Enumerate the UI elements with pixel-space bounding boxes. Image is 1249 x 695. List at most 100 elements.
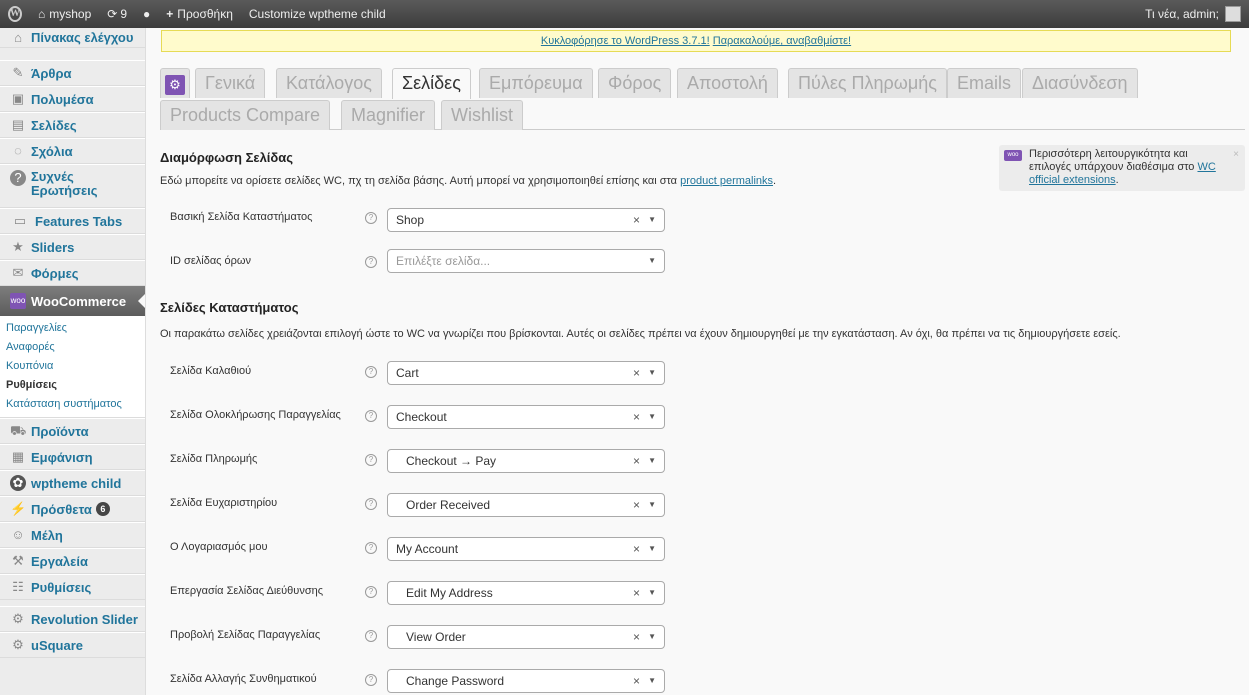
- settings-tabs: ⚙ Γενικά Κατάλογος Σελίδες Εμπόρευμα Φόρ…: [160, 68, 1245, 130]
- menu-forms[interactable]: ✉ Φόρμες: [0, 260, 145, 286]
- clear-icon[interactable]: ×: [633, 406, 640, 428]
- help-icon[interactable]: ?: [365, 630, 377, 642]
- clear-icon[interactable]: ×: [633, 670, 640, 692]
- help-icon[interactable]: ?: [365, 256, 377, 268]
- clear-icon[interactable]: ×: [633, 209, 640, 231]
- submenu-orders[interactable]: Παραγγελίες: [0, 320, 145, 339]
- menu-plugins[interactable]: ⚡ Πρόσθετα 6: [0, 496, 145, 522]
- shop-pages-title: Σελίδες Καταστήματος: [160, 300, 299, 315]
- select-my-account-page[interactable]: My Account × ▼: [387, 537, 665, 561]
- clear-icon[interactable]: ×: [633, 538, 640, 560]
- avatar: [1225, 6, 1241, 22]
- admin-bar: W ⌂ myshop ⟳ 9 ● + Προσθήκη Customize wp…: [0, 0, 1249, 28]
- menu-revolution-slider[interactable]: ⚙ Revolution Slider: [0, 606, 145, 632]
- tab-products-compare[interactable]: Products Compare: [160, 100, 331, 130]
- star-icon: ★: [12, 239, 24, 254]
- tab-woocommerce[interactable]: ⚙: [160, 68, 190, 98]
- main-content: Κυκλοφόρησε το WordPress 3.7.1! Παρακαλο…: [146, 28, 1249, 695]
- theme-icon: ✿: [10, 475, 26, 491]
- menu-settings[interactable]: ☷ Ρυθμίσεις: [0, 574, 145, 600]
- help-icon[interactable]: ?: [365, 212, 377, 224]
- tab-payment-gateways[interactable]: Πύλες Πληρωμής: [788, 68, 947, 98]
- notice-text: Περισσότερη λειτουργικότητα και επιλογές…: [1029, 148, 1195, 173]
- chevron-down-icon: ▼: [648, 500, 656, 509]
- tab-shipping[interactable]: Αποστολή: [677, 68, 778, 98]
- menu-usquare[interactable]: ⚙ uSquare: [0, 632, 145, 658]
- my-account-link[interactable]: Τι νέα, admin;: [1137, 0, 1249, 28]
- help-icon[interactable]: ?: [365, 454, 377, 466]
- menu-posts[interactable]: ✎ Άρθρα: [0, 60, 145, 86]
- select-cart-page[interactable]: Cart × ▼: [387, 361, 665, 385]
- select-pay-page[interactable]: Checkout → Pay × ▼: [387, 449, 665, 473]
- chevron-down-icon: ▼: [648, 676, 656, 685]
- select-view-order-page[interactable]: View Order × ▼: [387, 625, 665, 649]
- tab-pages[interactable]: Σελίδες: [392, 68, 471, 99]
- submenu-coupons[interactable]: Κουπόνια: [0, 358, 145, 377]
- tab-wishlist[interactable]: Wishlist: [441, 100, 523, 130]
- home-icon: ⌂: [14, 29, 22, 45]
- menu-woocommerce[interactable]: woo WooCommerce: [0, 286, 145, 316]
- question-icon: ?: [10, 170, 26, 186]
- help-icon[interactable]: ?: [365, 366, 377, 378]
- help-icon[interactable]: ?: [365, 542, 377, 554]
- help-icon[interactable]: ?: [365, 498, 377, 510]
- submenu-system-status[interactable]: Κατάσταση συστήματος: [0, 396, 145, 415]
- site-name-link[interactable]: ⌂ myshop: [30, 0, 99, 28]
- comments-link[interactable]: ●: [135, 0, 158, 28]
- tab-inventory[interactable]: Εμπόρευμα: [479, 68, 593, 98]
- chevron-down-icon: ▼: [648, 588, 656, 597]
- clear-icon[interactable]: ×: [633, 450, 640, 472]
- update-now-link[interactable]: Παρακαλούμε, αναβαθμίστε!: [713, 35, 851, 47]
- close-icon[interactable]: ×: [1233, 148, 1239, 161]
- menu-media[interactable]: ▣ Πολυμέσα: [0, 86, 145, 112]
- select-terms-page[interactable]: Επιλέξτε σελίδα... ▼: [387, 249, 665, 273]
- select-checkout-page[interactable]: Checkout × ▼: [387, 405, 665, 429]
- tabs-icon: ▭: [13, 213, 27, 228]
- clear-icon[interactable]: ×: [633, 362, 640, 384]
- tab-general[interactable]: Γενικά: [195, 68, 266, 98]
- plugins-update-badge: 6: [95, 502, 110, 516]
- tab-catalog[interactable]: Κατάλογος: [276, 68, 382, 98]
- select-edit-address-page[interactable]: Edit My Address × ▼: [387, 581, 665, 605]
- submenu-settings[interactable]: Ρυθμίσεις: [0, 377, 145, 396]
- menu-features-tabs[interactable]: ▭ Features Tabs: [0, 208, 145, 234]
- tab-magnifier[interactable]: Magnifier: [341, 100, 436, 130]
- new-content-label: Προσθήκη: [177, 7, 233, 21]
- customize-link[interactable]: Customize wptheme child: [241, 0, 394, 28]
- product-permalinks-link[interactable]: product permalinks: [680, 175, 773, 187]
- chevron-down-icon: ▼: [648, 256, 656, 265]
- update-release-link[interactable]: Κυκλοφόρησε το WordPress 3.7.1!: [541, 35, 710, 47]
- select-thanks-page[interactable]: Order Received × ▼: [387, 493, 665, 517]
- row-label-shop-base: Βασική Σελίδα Καταστήματος: [170, 211, 313, 223]
- wordpress-logo-icon[interactable]: W: [0, 0, 30, 28]
- menu-products[interactable]: ⛟ Προϊόντα: [0, 418, 145, 444]
- select-shop-base[interactable]: Shop × ▼: [387, 208, 665, 232]
- updates-link[interactable]: ⟳ 9: [99, 0, 135, 28]
- tab-emails[interactable]: Emails: [947, 68, 1022, 98]
- menu-pages[interactable]: ▤ Σελίδες: [0, 112, 145, 138]
- clear-icon[interactable]: ×: [633, 494, 640, 516]
- chevron-down-icon: ▼: [648, 412, 656, 421]
- shop-pages-desc: Οι παρακάτω σελίδες χρειάζονται επιλογή …: [160, 328, 1121, 340]
- menu-theme-child[interactable]: ✿ wptheme child: [0, 470, 145, 496]
- menu-comments[interactable]: ◌ Σχόλια: [0, 138, 145, 164]
- menu-sliders[interactable]: ★ Sliders: [0, 234, 145, 260]
- help-icon[interactable]: ?: [365, 410, 377, 422]
- menu-tools[interactable]: ⚒ Εργαλεία: [0, 548, 145, 574]
- help-icon[interactable]: ?: [365, 586, 377, 598]
- row-label-terms-page: ID σελίδας όρων: [170, 255, 251, 267]
- new-content-link[interactable]: + Προσθήκη: [158, 0, 241, 28]
- select-change-password-page[interactable]: Change Password × ▼: [387, 669, 665, 693]
- clear-icon[interactable]: ×: [633, 582, 640, 604]
- woo-extensions-notice: woo Περισσότερη λειτουργικότητα και επιλ…: [999, 145, 1245, 191]
- menu-users[interactable]: ☺ Μέλη: [0, 522, 145, 548]
- menu-dashboard[interactable]: ⌂ Πίνακας ελέγχου: [0, 28, 145, 48]
- menu-faq[interactable]: ? Συχνές Ερωτήσεις: [0, 164, 145, 208]
- menu-appearance[interactable]: ▦ Εμφάνιση: [0, 444, 145, 470]
- help-icon[interactable]: ?: [365, 674, 377, 686]
- clear-icon[interactable]: ×: [633, 626, 640, 648]
- tab-integration[interactable]: Διασύνδεση: [1022, 68, 1138, 98]
- tab-tax[interactable]: Φόρος: [598, 68, 672, 98]
- plugins-icon: ⚡: [10, 501, 27, 516]
- submenu-reports[interactable]: Αναφορές: [0, 339, 145, 358]
